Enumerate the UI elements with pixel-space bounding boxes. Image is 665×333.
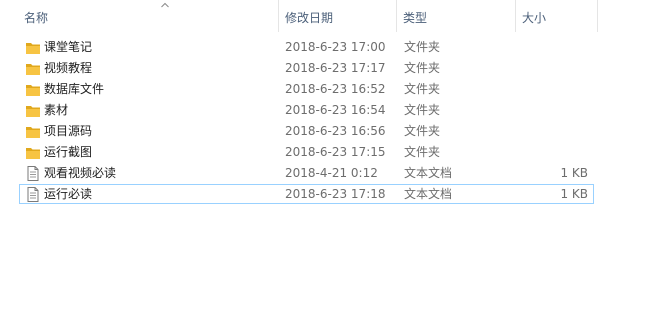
sort-ascending-icon: [161, 2, 169, 8]
file-date: 2018-6-23 17:00: [285, 40, 386, 54]
column-header-size[interactable]: 大小: [516, 0, 598, 32]
file-type: 文件夹: [404, 61, 441, 75]
file-row[interactable]: 数据库文件 2018-6-23 16:52 文件夹: [19, 79, 594, 99]
file-name: 项目源码: [44, 124, 93, 138]
column-header-date[interactable]: 修改日期: [279, 0, 397, 32]
file-date: 2018-6-23 17:15: [285, 145, 386, 159]
file-row-selected[interactable]: 运行必读 2018-6-23 17:18 文本文档 1 KB: [19, 184, 594, 204]
file-type: 文件夹: [404, 124, 441, 138]
text-document-icon: [27, 166, 39, 181]
column-header-size-label: 大小: [522, 11, 547, 25]
file-name: 课堂笔记: [44, 40, 93, 54]
folder-icon: [26, 64, 40, 75]
file-row[interactable]: 视频教程 2018-6-23 17:17 文件夹: [19, 58, 594, 78]
column-header-date-label: 修改日期: [285, 11, 334, 25]
file-date: 2018-6-23 17:18: [285, 187, 386, 201]
file-type: 文本文档: [404, 166, 453, 180]
folder-icon: [26, 43, 40, 54]
file-row[interactable]: 运行截图 2018-6-23 17:15 文件夹: [19, 142, 594, 162]
file-row[interactable]: 课堂笔记 2018-6-23 17:00 文件夹: [19, 37, 594, 57]
file-row[interactable]: 观看视频必读 2018-4-21 0:12 文本文档 1 KB: [19, 163, 594, 183]
file-name: 运行截图: [44, 145, 93, 159]
column-header-type-label: 类型: [403, 11, 428, 25]
file-type: 文本文档: [404, 187, 453, 201]
column-header-name[interactable]: 名称: [19, 0, 279, 32]
folder-icon: [26, 127, 40, 138]
file-row[interactable]: 项目源码 2018-6-23 16:56 文件夹: [19, 121, 594, 141]
file-size: 1 KB: [560, 166, 588, 180]
file-date: 2018-6-23 16:52: [285, 82, 386, 96]
file-name: 运行必读: [44, 187, 93, 201]
folder-icon: [26, 148, 40, 159]
file-name: 素材: [44, 103, 69, 117]
folder-icon: [26, 106, 40, 117]
file-type: 文件夹: [404, 40, 441, 54]
file-type: 文件夹: [404, 103, 441, 117]
file-size: 1 KB: [560, 187, 588, 201]
file-row[interactable]: 素材 2018-6-23 16:54 文件夹: [19, 100, 594, 120]
file-name: 数据库文件: [44, 82, 105, 96]
file-type: 文件夹: [404, 145, 441, 159]
file-name: 视频教程: [44, 61, 93, 75]
folder-icon: [26, 85, 40, 96]
file-explorer: 名称 修改日期 类型 大小 课堂笔记 2018-6-23 17:00 文件夹 视…: [0, 0, 665, 333]
file-date: 2018-6-23 16:56: [285, 124, 386, 138]
file-date: 2018-6-23 17:17: [285, 61, 386, 75]
column-header-row: 名称 修改日期 类型 大小: [0, 0, 600, 32]
text-document-icon: [27, 187, 39, 202]
file-date: 2018-4-21 0:12: [285, 166, 378, 180]
column-header-type[interactable]: 类型: [397, 0, 516, 32]
column-header-name-label: 名称: [24, 11, 49, 25]
file-date: 2018-6-23 16:54: [285, 103, 386, 117]
file-type: 文件夹: [404, 82, 441, 96]
file-name: 观看视频必读: [44, 166, 117, 180]
